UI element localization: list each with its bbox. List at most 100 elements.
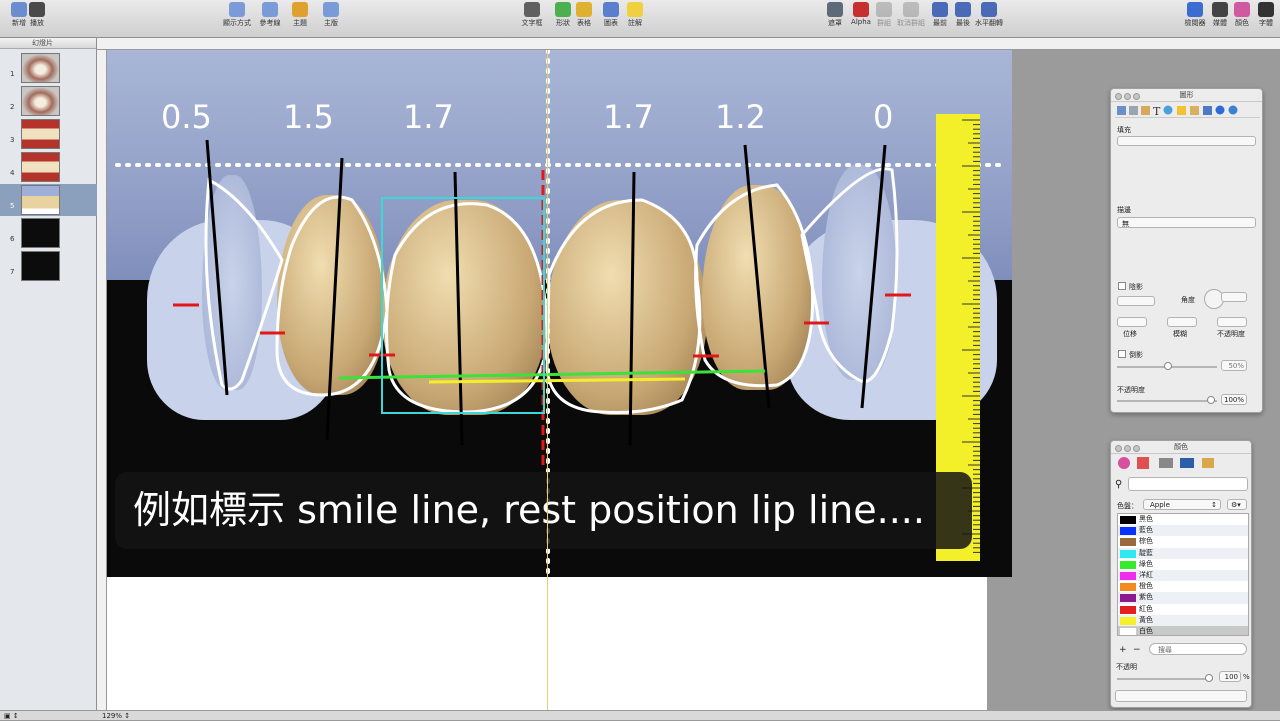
opacity-field[interactable]: 100% <box>1221 394 1247 405</box>
toolbar-guides-button[interactable]: 參考線 <box>253 2 287 28</box>
color-name: 棕色 <box>1139 537 1153 546</box>
reflection-checkbox[interactable] <box>1118 350 1126 358</box>
smile-line <box>338 369 766 380</box>
color-list-item[interactable]: 黑色 <box>1118 514 1248 525</box>
horizontal-ruler[interactable] <box>97 38 1280 50</box>
toolbar-label: 文字框 <box>521 19 543 27</box>
colors-panel[interactable]: 顏色 ⚲ 色盤： Apple ↕ ⚙▾ 黑色藍色棕色 靛藍 綠色 洋紅 橙色紫色紅色 黃色白… <box>1110 440 1252 708</box>
slide-page[interactable]: 0.5 1.5 1.7 1.7 1.2 0 例如標示 smile line, r… <box>107 50 1012 710</box>
toolbar-fonts-button[interactable]: 字體 <box>1249 2 1280 28</box>
slide-canvas[interactable]: 0.5 1.5 1.7 1.7 1.2 0 例如標示 smile line, r… <box>107 50 1280 710</box>
inspector-tabs[interactable]: T <box>1115 103 1260 118</box>
color-list-item[interactable]: 紫色 <box>1118 592 1248 604</box>
reflection-label: 倒影 <box>1129 351 1143 359</box>
color-list-item[interactable]: 橙色 <box>1118 581 1248 592</box>
shadow-opacity-field[interactable] <box>1217 317 1247 327</box>
slide-preview-image <box>21 119 60 149</box>
toolbar-label: 參考線 <box>259 19 281 27</box>
color-swatch <box>1120 605 1136 614</box>
slide-thumbnail[interactable]: 6 <box>0 217 97 249</box>
color-swatch <box>1120 627 1136 635</box>
toolbar-themes-button[interactable]: 主題 <box>283 2 317 28</box>
search-icon: ⚲ <box>1115 479 1123 490</box>
slide-thumbnail[interactable]: 4 <box>0 151 97 183</box>
svg-text:T: T <box>1153 105 1161 118</box>
gear-icon[interactable]: ⚙▾ <box>1227 499 1247 510</box>
color-search-input[interactable] <box>1128 477 1248 491</box>
color-name: 藍色 <box>1139 526 1153 535</box>
measurement-2[interactable]: 1.5 <box>283 98 334 136</box>
angle-field[interactable] <box>1221 292 1247 302</box>
reflection-slider-knob[interactable] <box>1164 362 1172 370</box>
slide-preview-image <box>21 185 60 215</box>
swatch-strip[interactable] <box>1115 690 1247 702</box>
shadow-opacity-label: 不透明度 <box>1217 330 1245 338</box>
toolbar-masters-button[interactable]: 主版 <box>314 2 348 28</box>
dental-photo[interactable]: 0.5 1.5 1.7 1.7 1.2 0 例如標示 smile line, r… <box>107 50 1012 577</box>
stroke-select[interactable]: 無 <box>1117 217 1256 228</box>
color-name: 紫色 <box>1139 593 1153 602</box>
measurement-5[interactable]: 1.2 <box>715 98 766 136</box>
color-name: 橙色 <box>1139 582 1153 591</box>
add-color-button[interactable]: + <box>1119 645 1127 655</box>
measurement-4[interactable]: 1.7 <box>603 98 654 136</box>
color-list-item[interactable]: 靛藍 <box>1118 547 1248 559</box>
opacity-slider[interactable] <box>1117 400 1217 402</box>
color-list-item[interactable]: 黃色 <box>1118 614 1248 626</box>
shadow-color-well[interactable] <box>1117 296 1155 306</box>
vertical-ruler[interactable] <box>97 50 107 710</box>
measurement-1[interactable]: 0.5 <box>161 98 212 136</box>
fonts-icon <box>1258 2 1274 17</box>
color-opacity-knob[interactable] <box>1205 674 1213 682</box>
color-list-item[interactable]: 洋紅 <box>1118 569 1248 582</box>
slide-thumbnail[interactable]: 1 <box>0 52 97 84</box>
shadow-checkbox[interactable] <box>1118 282 1126 290</box>
reflection-field[interactable]: 50% <box>1221 360 1247 371</box>
toolbar-play-button[interactable]: 播放 <box>20 2 54 28</box>
color-list-item[interactable]: 白色 <box>1118 625 1248 635</box>
guides-icon <box>262 2 278 17</box>
measurement-6[interactable]: 0 <box>873 98 893 136</box>
color-list-item[interactable]: 紅色 <box>1118 604 1248 615</box>
graphic-inspector[interactable]: 圖形 T 填充 描邊 無 陰影 角度 位移 模糊 不透明度 倒影 50% 不透明… <box>1110 88 1263 413</box>
color-swatch <box>1120 594 1136 603</box>
color-name: 黃色 <box>1139 615 1153 624</box>
remove-color-button[interactable]: − <box>1133 645 1141 655</box>
color-list-item[interactable]: 綠色 <box>1118 559 1248 570</box>
slide-preview-image <box>21 53 60 83</box>
palette-select[interactable]: Apple ↕ <box>1143 499 1221 510</box>
offset-field[interactable] <box>1117 317 1147 327</box>
blur-field[interactable] <box>1167 317 1197 327</box>
inspector-icon <box>1187 2 1203 17</box>
color-name: 白色 <box>1139 626 1153 635</box>
slide-thumbnail[interactable]: 5 <box>0 184 97 216</box>
slide-number: 1 <box>10 70 15 78</box>
color-mode-tabs[interactable] <box>1111 455 1253 473</box>
palette-label: 色盤： <box>1117 502 1138 510</box>
color-list-item[interactable]: 藍色 <box>1118 525 1248 537</box>
opacity-slider-knob[interactable] <box>1207 396 1215 404</box>
color-opacity-slider[interactable] <box>1117 678 1213 680</box>
slide-preview-image <box>21 86 60 116</box>
measurement-3[interactable]: 1.7 <box>403 98 454 136</box>
color-name-search[interactable]: 搜尋 <box>1149 643 1247 655</box>
toolbar-textbox-button[interactable]: 文字框 <box>515 2 549 28</box>
slide-thumbnail[interactable]: 7 <box>0 250 97 282</box>
slide-thumbnail[interactable]: 2 <box>0 85 97 117</box>
color-name: 黑色 <box>1139 515 1153 523</box>
toolbar-view-button[interactable]: 顯示方式 <box>220 2 254 28</box>
comment-icon <box>627 2 643 17</box>
toolbar-comment-button[interactable]: 註解 <box>618 2 652 28</box>
color-opacity-field[interactable]: 100 <box>1219 671 1241 682</box>
slide-caption[interactable]: 例如標示 smile line, rest position lip line.… <box>115 472 972 549</box>
slide-preview-image <box>21 152 60 182</box>
slide-thumbnail[interactable]: 3 <box>0 118 97 150</box>
fill-select[interactable] <box>1117 136 1256 146</box>
status-bar: ▣ ↕ 129% ↕ <box>0 710 1280 720</box>
toolbar-flip-button[interactable]: 水平翻轉 <box>972 2 1006 28</box>
color-list[interactable]: 黑色藍色棕色 靛藍 綠色 洋紅 橙色紫色紅色 黃色白色 <box>1117 513 1249 636</box>
toolbar-label: 字體 <box>1259 19 1273 27</box>
color-list-item[interactable]: 棕色 <box>1118 536 1248 547</box>
colors-title: 顏色 <box>1174 443 1188 451</box>
slide-number: 6 <box>10 235 15 243</box>
